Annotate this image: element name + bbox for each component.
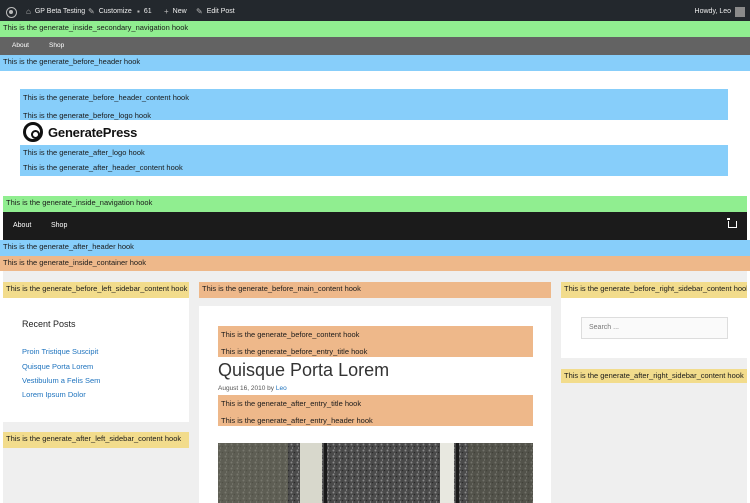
secondary-nav-item-about[interactable]: About [12, 37, 29, 55]
hook-after-header: This is the generate_after_header hook [0, 240, 750, 256]
main-nav-item-about[interactable]: About [13, 212, 31, 240]
search-input[interactable]: Search ... [581, 317, 728, 339]
hook-inside-navigation: This is the generate_inside_navigation h… [3, 196, 747, 212]
featured-image-graphic [218, 443, 533, 503]
recent-posts-title: Recent Posts [22, 319, 76, 329]
main-nav-item-shop[interactable]: Shop [51, 212, 67, 240]
hook-before-header-content: This is the generate_before_header_conte… [20, 89, 728, 120]
hook-before-entry-title-text: This is the generate_before_entry_title … [221, 347, 368, 356]
logo-text: GeneratePress [48, 124, 138, 140]
hook-inside-secondary-navigation: This is the generate_inside_secondary_na… [0, 21, 750, 37]
recent-post-link[interactable]: Vestibulum a Felis Sem [22, 376, 100, 385]
hook-before-header-content-text: This is the generate_before_header_conte… [23, 93, 189, 102]
hook-before-content: This is the generate_before_content hook… [218, 326, 533, 357]
post-meta: August 16, 2010 by Leo [218, 385, 287, 392]
secondary-nav-item-shop[interactable]: Shop [49, 37, 64, 55]
hook-inside-container: This is the generate_inside_container ho… [0, 256, 750, 271]
hook-after-entry-header-text: This is the generate_after_entry_header … [221, 416, 373, 425]
hook-after-header-content-text: This is the generate_after_header_conten… [23, 163, 183, 172]
avatar [735, 7, 745, 17]
generatepress-logo-icon [23, 122, 43, 142]
recent-post-link[interactable]: Proin Tristique Suscipit [22, 347, 98, 356]
cart-icon[interactable] [727, 218, 737, 228]
hook-before-right-sidebar-content: This is the generate_before_right_sideba… [561, 282, 747, 298]
hook-after-right-sidebar-content: This is the generate_after_right_sidebar… [561, 369, 747, 383]
post-by: by [267, 385, 275, 392]
post-date[interactable]: August 16, 2010 [218, 385, 265, 392]
main-navigation: About Shop [3, 212, 747, 240]
hook-after-logo-text: This is the generate_after_logo hook [23, 148, 145, 157]
hook-before-main-content: This is the generate_before_main_content… [199, 282, 551, 298]
recent-post-link[interactable]: Quisque Porta Lorem [22, 362, 93, 371]
recent-post-link[interactable]: Lorem Ipsum Dolor [22, 390, 86, 399]
left-sidebar-widget [3, 298, 189, 422]
featured-image[interactable] [218, 443, 533, 503]
post-title[interactable]: Quisque Porta Lorem [218, 360, 389, 381]
hook-before-header: This is the generate_before_header hook [0, 55, 750, 71]
hook-before-logo-text: This is the generate_before_logo hook [23, 111, 152, 120]
post-author[interactable]: Leo [276, 385, 287, 392]
hook-before-content-text: This is the generate_before_content hook [221, 330, 360, 339]
hook-after-entry-title: This is the generate_after_entry_title h… [218, 395, 533, 426]
hook-before-left-sidebar-content: This is the generate_before_left_sidebar… [3, 282, 189, 298]
hook-after-logo: This is the generate_after_logo hook Thi… [20, 145, 728, 176]
secondary-navigation: About Shop [0, 37, 750, 55]
hook-after-entry-title-text: This is the generate_after_entry_title h… [221, 399, 362, 408]
hook-after-left-sidebar-content: This is the generate_after_left_sidebar_… [3, 432, 189, 448]
wordpress-icon [6, 6, 17, 18]
site-logo[interactable]: GeneratePress [23, 122, 137, 142]
